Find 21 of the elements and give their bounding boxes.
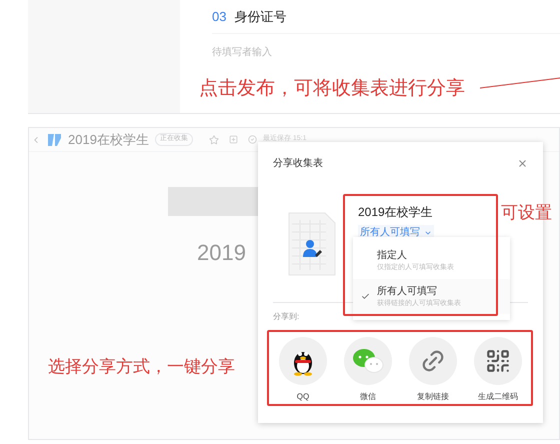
check-icon (361, 292, 370, 300)
option-label: 所有人可填写 (377, 284, 438, 298)
spreadsheet-icon (288, 212, 336, 276)
close-icon[interactable] (517, 158, 528, 169)
option-label: 指定人 (377, 248, 408, 263)
chat-bubbles-icon (352, 348, 384, 374)
share-annotation: 选择分享方式，一键分享 (48, 356, 235, 378)
qr-code-icon (485, 348, 511, 374)
share-form-name: 2019在校学生 (358, 204, 433, 221)
question-number: 03 (212, 8, 226, 26)
add-icon[interactable] (228, 135, 238, 144)
question-title: 身份证号 (234, 8, 286, 26)
dialog-title: 分享收集表 (273, 156, 323, 171)
logo-icon (47, 132, 62, 147)
star-icon[interactable] (208, 134, 219, 144)
saved-icon (248, 135, 257, 144)
form-heading: 2019 (197, 240, 246, 265)
share-to-label: 分享到: (273, 311, 300, 323)
permission-annotation: 可设置 (501, 202, 552, 224)
form-name: 2019在校学生 (68, 130, 149, 149)
publish-annotation: 点击发布，可将收集表进行分享 (199, 77, 465, 101)
